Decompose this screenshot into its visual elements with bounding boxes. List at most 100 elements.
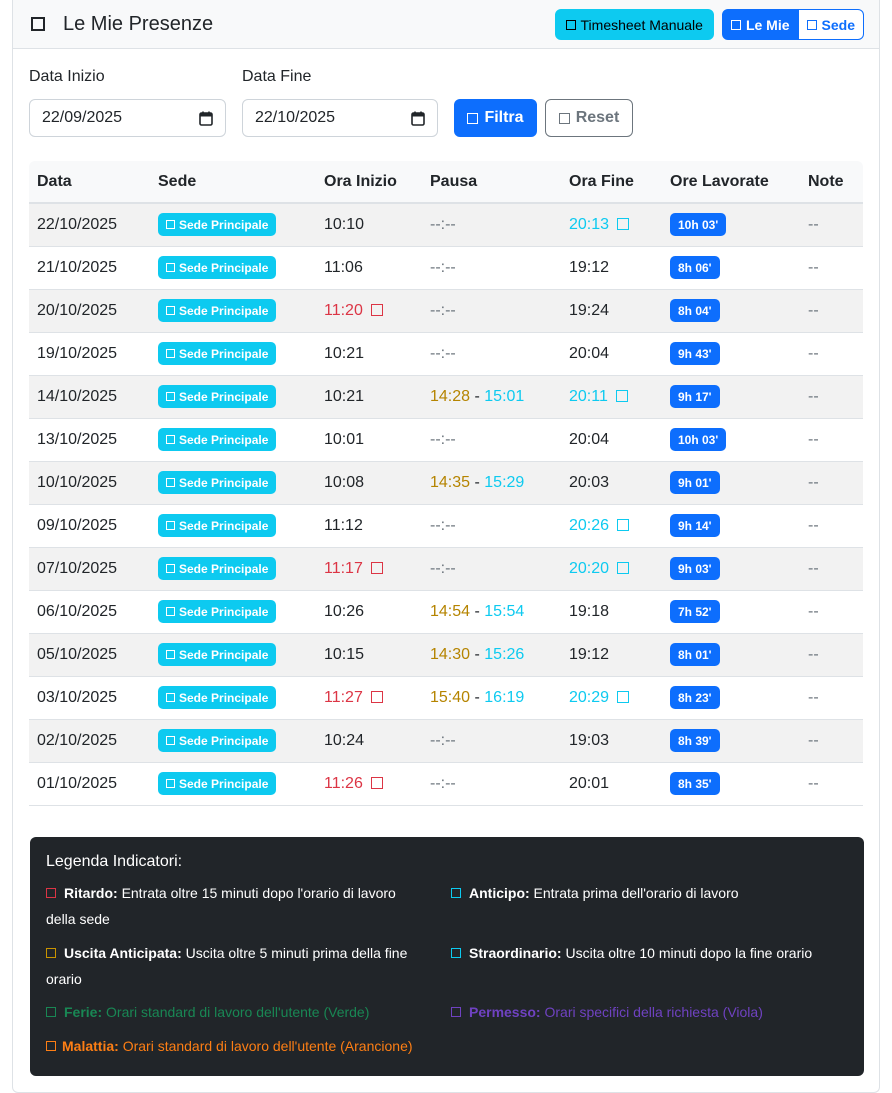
- cell-note: --: [800, 375, 863, 419]
- cell-pause: --:--: [422, 246, 561, 290]
- square-icon: [730, 19, 741, 30]
- end-date-input[interactable]: 22/10/2025: [242, 99, 438, 137]
- end-time: 20:01: [569, 774, 610, 792]
- square-indicator-icon: [451, 1007, 461, 1017]
- cell-sede: Sede Principale: [150, 633, 316, 677]
- end-time: 19:12: [569, 645, 610, 663]
- sede-badge: Sede Principale: [158, 686, 277, 709]
- cell-start: 10:08: [316, 461, 422, 505]
- cell-sede: Sede Principale: [150, 203, 316, 247]
- square-icon: [565, 19, 576, 30]
- cell-hours: 9h 14': [662, 504, 800, 548]
- end-time: 19:12: [569, 258, 610, 276]
- cell-date: 01/10/2025: [29, 762, 150, 806]
- cell-date: 20/10/2025: [29, 289, 150, 333]
- col-header-note[interactable]: Note: [800, 161, 863, 204]
- cell-hours: 9h 03': [662, 547, 800, 591]
- cell-pause: --:--: [422, 418, 561, 462]
- cell-start: 11:27: [316, 676, 422, 720]
- cell-note: --: [800, 246, 863, 290]
- square-icon: [166, 564, 175, 573]
- cell-note: --: [800, 289, 863, 333]
- cell-note: --: [800, 418, 863, 462]
- overtime-indicator-icon: [617, 561, 630, 574]
- late-indicator-icon: [370, 303, 383, 316]
- sede-badge: Sede Principale: [158, 256, 277, 279]
- cell-hours: 8h 39': [662, 719, 800, 763]
- cell-note: --: [800, 762, 863, 806]
- pause-value: --:--: [430, 301, 456, 319]
- cell-sede: Sede Principale: [150, 418, 316, 462]
- card-header: Le Mie Presenze Timesheet Manuale Le Mie…: [13, 0, 879, 49]
- col-header-ora-inizio[interactable]: Ora Inizio: [316, 161, 422, 204]
- filtra-button[interactable]: Filtra: [454, 99, 537, 137]
- cell-hours: 9h 17': [662, 375, 800, 419]
- cell-hours: 8h 23': [662, 676, 800, 720]
- timesheet-manuale-button[interactable]: Timesheet Manuale: [554, 9, 714, 40]
- square-indicator-icon: [46, 1007, 56, 1017]
- sede-badge: Sede Principale: [158, 342, 277, 365]
- table-row: 03/10/2025 Sede Principale 11:27 15:40 - 16…: [29, 676, 863, 720]
- cell-end: 20:11: [561, 375, 662, 419]
- cell-sede: Sede Principale: [150, 246, 316, 290]
- pause-value: --:--: [430, 774, 456, 792]
- le-mie-button[interactable]: Le Mie: [721, 9, 799, 40]
- square-icon: [166, 263, 175, 272]
- start-time: 11:06: [324, 258, 363, 276]
- start-date-input[interactable]: 22/09/2025: [29, 99, 226, 137]
- cell-start: 10:24: [316, 719, 422, 763]
- cell-end: 20:01: [561, 762, 662, 806]
- legend-ferie-label: Ferie:: [64, 1004, 103, 1020]
- pause-value: --:--: [430, 258, 456, 276]
- col-header-data[interactable]: Data: [29, 161, 150, 204]
- cell-start: 11:12: [316, 504, 422, 548]
- col-header-sede[interactable]: Sede: [150, 161, 316, 204]
- timesheet-manuale-label: Timesheet Manuale: [580, 16, 703, 33]
- square-icon: [166, 392, 175, 401]
- square-icon: [806, 19, 817, 30]
- legend-permesso: Permesso: Orari specifici della richiest…: [451, 999, 851, 1025]
- cell-end: 20:04: [561, 418, 662, 462]
- legend-uscita-label: Uscita Anticipata:: [64, 945, 182, 961]
- cell-date: 10/10/2025: [29, 461, 150, 505]
- cell-hours: 8h 35': [662, 762, 800, 806]
- end-time: 20:11: [569, 387, 608, 405]
- end-time: 20:04: [569, 430, 610, 448]
- col-header-pausa[interactable]: Pausa: [422, 161, 561, 204]
- col-header-ora-fine[interactable]: Ora Fine: [561, 161, 662, 204]
- cell-note: --: [800, 719, 863, 763]
- table-row: 07/10/2025 Sede Principale 11:17 --:-- 20:20…: [29, 547, 863, 591]
- cell-note: --: [800, 461, 863, 505]
- legend-malattia-text: Orari standard di lavoro dell'utente (Ar…: [122, 1038, 413, 1054]
- square-icon: [31, 17, 45, 31]
- calendar-icon[interactable]: [411, 111, 425, 126]
- start-time: 10:21: [324, 344, 365, 362]
- start-time: 10:10: [324, 215, 365, 233]
- overtime-indicator-icon: [615, 389, 628, 402]
- cell-note: --: [800, 633, 863, 677]
- square-indicator-icon: [46, 948, 56, 958]
- cell-sede: Sede Principale: [150, 375, 316, 419]
- sede-button[interactable]: Sede: [798, 9, 864, 40]
- cell-hours: 8h 01': [662, 633, 800, 677]
- col-header-ore-lavorate[interactable]: Ore Lavorate: [662, 161, 800, 204]
- table-row: 05/10/2025 Sede Principale 10:15 14:30 - 15…: [29, 633, 863, 677]
- square-icon: [166, 478, 175, 487]
- square-icon: [166, 349, 175, 358]
- end-time: 19:24: [569, 301, 610, 319]
- legend-ferie-text: Orari standard di lavoro dell'utente (Ve…: [106, 1004, 370, 1020]
- reset-button[interactable]: Reset: [545, 99, 633, 137]
- square-icon: [166, 521, 175, 530]
- square-indicator-icon: [451, 888, 461, 898]
- sede-badge: Sede Principale: [158, 213, 277, 237]
- cell-hours: 10h 03': [662, 203, 800, 247]
- overtime-indicator-icon: [617, 690, 630, 703]
- legend-ritardo-label: Ritardo:: [64, 885, 118, 901]
- late-indicator-icon: [370, 690, 383, 703]
- table-header-row: Data Sede Ora Inizio Pausa Ora Fine Ore …: [29, 161, 863, 204]
- sede-badge-label: Sede Principale: [179, 389, 269, 404]
- start-time: 10:01: [324, 430, 365, 448]
- calendar-icon[interactable]: [199, 111, 213, 126]
- end-time: 19:03: [569, 731, 610, 749]
- cell-start: 10:01: [316, 418, 422, 462]
